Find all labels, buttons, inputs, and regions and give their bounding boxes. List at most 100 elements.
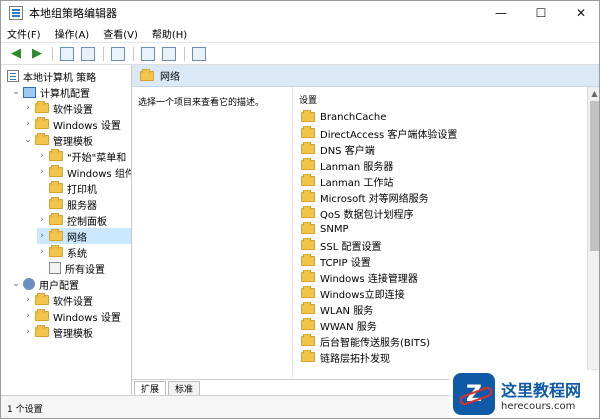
folder-icon — [35, 293, 49, 305]
chevron-right-icon[interactable]: › — [37, 167, 47, 177]
list-item[interactable]: WWAN 服务 — [301, 317, 377, 333]
list-item-label: DNS 客户端 — [320, 145, 375, 157]
tree-node-user-config[interactable]: ⌄ 用户配置 — [11, 276, 79, 292]
list-item-label: Windows立即连接 — [320, 289, 405, 301]
watermark-logo: Z 这里教程网 herecours.com — [449, 370, 599, 418]
chevron-right-icon[interactable]: › — [23, 327, 33, 337]
details-pane: 网络 选择一个项目来查看它的描述。 设置 BranchCache DirectA… — [132, 65, 599, 395]
list-item[interactable]: Microsoft 对等网络服务 — [301, 189, 429, 205]
properties-icon[interactable] — [160, 45, 178, 63]
list-item[interactable]: DirectAccess 客户端体验设置 — [301, 125, 457, 141]
folder-icon — [301, 158, 315, 170]
folder-icon — [49, 229, 63, 241]
chevron-right-icon[interactable]: › — [37, 151, 47, 161]
folder-icon — [301, 254, 315, 266]
tree-node-user-windows-settings[interactable]: › Windows 设置 — [23, 308, 121, 324]
toolbar-separator — [103, 46, 104, 61]
list-item[interactable]: Lanman 服务器 — [301, 157, 393, 173]
folder-icon — [49, 245, 63, 257]
tree-node-windows-components[interactable]: › Windows 组件 — [37, 164, 131, 180]
list-item[interactable]: SNMP — [301, 221, 349, 237]
list-item[interactable]: BranchCache — [301, 109, 386, 125]
folder-icon — [35, 133, 49, 145]
list-item-label: Lanman 工作站 — [320, 177, 394, 189]
menu-file[interactable]: 文件(F) — [7, 26, 41, 41]
list-item-label: WWAN 服务 — [320, 321, 377, 333]
tab-extended[interactable]: 扩展 — [134, 381, 167, 395]
folder-icon — [35, 101, 49, 113]
filter-icon[interactable] — [190, 45, 208, 63]
tree-node-user-admin-templates[interactable]: › 管理模板 — [23, 324, 93, 340]
back-icon[interactable]: ◀ — [7, 45, 25, 63]
folder-icon — [140, 68, 154, 81]
chevron-right-icon[interactable]: › — [23, 103, 33, 113]
folder-icon — [301, 302, 315, 314]
list-item-label: QoS 数据包计划程序 — [320, 209, 414, 221]
tree-node-computer-config[interactable]: ⌄ 计算机配置 — [11, 84, 90, 100]
folder-icon — [301, 238, 315, 250]
policy-icon — [7, 70, 19, 82]
list-item[interactable]: WLAN 服务 — [301, 301, 373, 317]
tree-node-network[interactable]: › 网络 — [37, 228, 131, 244]
export-icon[interactable] — [109, 45, 127, 63]
list-item[interactable]: QoS 数据包计划程序 — [301, 205, 414, 221]
chevron-right-icon[interactable]: › — [37, 247, 47, 257]
tree-node-start-menu[interactable]: › "开始"菜单和 — [37, 148, 126, 164]
list-item-label: Microsoft 对等网络服务 — [320, 193, 429, 205]
help-icon[interactable] — [139, 45, 157, 63]
chevron-down-icon[interactable]: ⌄ — [23, 135, 33, 145]
toolbar-separator — [133, 46, 134, 61]
close-button[interactable]: ✕ — [561, 1, 599, 25]
list-item[interactable]: Windows 连接管理器 — [301, 269, 418, 285]
tree-node-all-settings[interactable]: 所有设置 — [49, 260, 105, 276]
tree-root[interactable]: 本地计算机 策略 — [7, 68, 96, 84]
tree-label: 控制面板 — [67, 216, 107, 228]
tab-standard[interactable]: 标准 — [168, 381, 201, 395]
tree-node-printers[interactable]: 打印机 — [49, 180, 97, 196]
tree-node-software-settings[interactable]: › 软件设置 — [23, 100, 93, 116]
tree-label: 管理模板 — [53, 136, 93, 148]
maximize-button[interactable]: ☐ — [521, 1, 561, 25]
list-item[interactable]: Windows立即连接 — [301, 285, 405, 301]
chevron-right-icon[interactable]: › — [23, 311, 33, 321]
toolbar-separator — [184, 46, 185, 61]
tree-node-admin-templates[interactable]: ⌄ 管理模板 — [23, 132, 93, 148]
forward-icon[interactable]: ▶ — [28, 45, 46, 63]
chevron-right-icon[interactable]: › — [23, 295, 33, 305]
chevron-down-icon[interactable]: ⌄ — [11, 279, 21, 289]
chevron-right-icon[interactable]: › — [37, 231, 47, 241]
list-item-label: Lanman 服务器 — [320, 161, 394, 173]
vertical-scrollbar[interactable]: ▲ ▼ — [587, 87, 599, 378]
chevron-right-icon[interactable]: › — [23, 119, 33, 129]
chevron-down-icon[interactable]: ⌄ — [11, 87, 21, 97]
list-item[interactable]: Lanman 工作站 — [301, 173, 393, 189]
list-item[interactable]: DNS 客户端 — [301, 141, 375, 157]
folder-icon — [301, 222, 315, 234]
settings-list: 设置 BranchCache DirectAccess 客户端体验设置 DNS … — [292, 87, 587, 378]
scrollbar-thumb[interactable] — [590, 101, 599, 251]
tree-label: Windows 设置 — [53, 120, 121, 132]
folder-icon — [301, 318, 315, 330]
tree-label: 计算机配置 — [40, 88, 90, 100]
scroll-up-icon[interactable]: ▲ — [588, 87, 599, 99]
list-item[interactable]: TCPIP 设置 — [301, 253, 371, 269]
chevron-right-icon[interactable]: › — [37, 215, 47, 225]
watermark-badge: Z — [453, 373, 495, 415]
menu-help[interactable]: 帮助(H) — [152, 26, 187, 41]
list-item[interactable]: 链路层拓扑发现 — [301, 349, 390, 365]
menu-view[interactable]: 查看(V) — [103, 26, 138, 41]
folder-up-icon[interactable] — [58, 45, 76, 63]
minimize-button[interactable]: — — [481, 1, 521, 25]
tree-node-control-panel[interactable]: › 控制面板 — [37, 212, 107, 228]
watermark-text: 这里教程网 herecours.com — [501, 377, 581, 412]
menu-action[interactable]: 操作(A) — [55, 26, 90, 41]
tree-label: 网络 — [67, 232, 87, 244]
list-item[interactable]: SSL 配置设置 — [301, 237, 381, 253]
settings-column-header[interactable]: 设置 — [299, 93, 317, 106]
tree-node-system[interactable]: › 系统 — [37, 244, 87, 260]
tree-view-icon[interactable] — [79, 45, 97, 63]
tree-node-server[interactable]: 服务器 — [49, 196, 97, 212]
tree-node-windows-settings[interactable]: › Windows 设置 — [23, 116, 121, 132]
tree-node-user-software-settings[interactable]: › 软件设置 — [23, 292, 93, 308]
list-item[interactable]: 后台智能传送服务(BITS) — [301, 333, 430, 349]
